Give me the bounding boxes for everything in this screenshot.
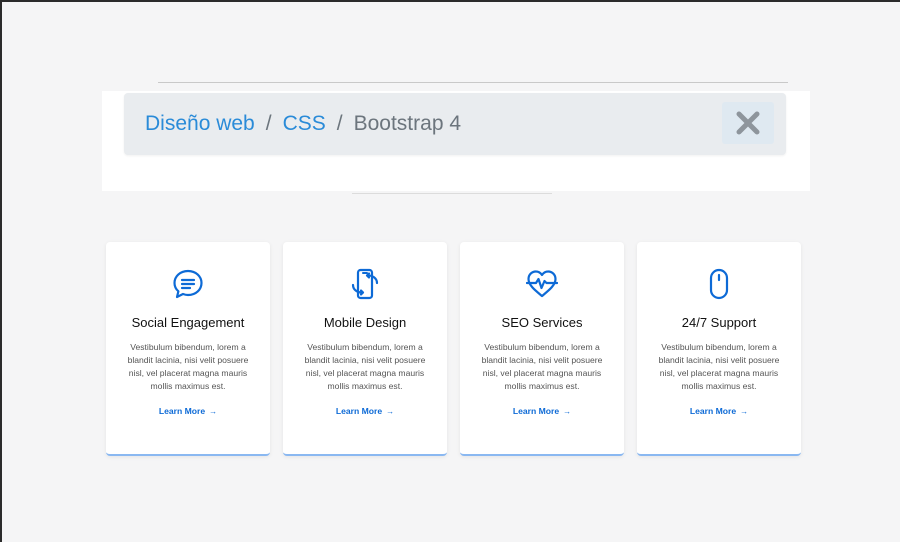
mouse-icon [709,268,729,300]
breadcrumb-panel: Diseño web / CSS / Bootstrap 4 [102,91,810,194]
learn-more-link[interactable]: Learn More → [690,406,748,416]
card-description: Vestibulum bibendum, lorem a blandit lac… [481,342,603,391]
arrow-right-icon: → [563,406,572,416]
learn-more-link[interactable]: Learn More → [336,406,394,416]
arrow-right-icon: → [740,406,749,416]
breadcrumb-separator: / [336,112,343,135]
card-title: SEO Services [501,315,583,330]
mobile-sync-icon [351,268,379,300]
card-description: Vestibulum bibendum, lorem a blandit lac… [127,342,249,391]
card-title: Social Engagement [131,315,245,330]
breadcrumb-item-diseno-web[interactable]: Diseño web [145,112,255,136]
learn-more-label: Learn More [335,406,383,416]
close-icon [736,111,760,135]
chat-bubble-icon [173,269,203,299]
arrow-right-icon: → [209,406,218,416]
divider-bottom [352,193,552,194]
breadcrumb-item-css[interactable]: CSS [283,112,326,136]
learn-more-label: Learn More [689,406,737,416]
learn-more-link[interactable]: Learn More → [513,406,571,416]
breadcrumb-separator: / [265,112,272,135]
card-description: Vestibulum bibendum, lorem a blandit lac… [304,342,426,391]
learn-more-link[interactable]: Learn More → [159,406,217,416]
close-button[interactable] [722,102,774,144]
heart-pulse-icon [526,270,558,298]
feature-card-mobile: Mobile Design Vestibulum bibendum, lorem… [283,242,447,456]
feature-card-support: 24/7 Support Vestibulum bibendum, lorem … [637,242,801,456]
feature-card-social: Social Engagement Vestibulum bibendum, l… [106,242,270,456]
arrow-right-icon: → [386,406,395,416]
feature-card-seo: SEO Services Vestibulum bibendum, lorem … [460,242,624,456]
card-title: Mobile Design [323,315,407,330]
breadcrumb-item-active: Bootstrap 4 [353,112,462,135]
divider-top [158,82,788,83]
learn-more-label: Learn More [158,406,206,416]
learn-more-label: Learn More [512,406,560,416]
breadcrumb: Diseño web / CSS / Bootstrap 4 [124,93,786,155]
card-title: 24/7 Support [681,315,757,330]
card-description: Vestibulum bibendum, lorem a blandit lac… [658,342,780,391]
features-section: Social Engagement Vestibulum bibendum, l… [106,242,801,456]
